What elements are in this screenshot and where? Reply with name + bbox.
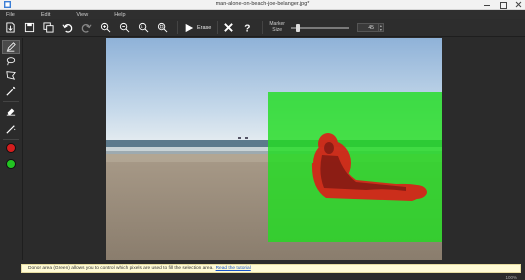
undo-icon (62, 24, 73, 33)
save-as-button[interactable] (41, 20, 56, 35)
tool-divider (3, 139, 19, 140)
undo-button[interactable] (60, 20, 75, 35)
close-icon (224, 23, 234, 32)
zoom-actual-button[interactable]: 1 (136, 20, 151, 35)
donor-area-overlay (268, 92, 442, 242)
zoom-in-button[interactable] (98, 20, 113, 35)
beach-photo-image (106, 38, 442, 260)
redo-icon (81, 24, 92, 33)
menu-help[interactable]: Help (110, 12, 129, 18)
zoom-out-icon (119, 22, 130, 33)
open-file-icon (6, 22, 15, 33)
maximize-button[interactable] (499, 1, 507, 9)
toolbar-divider (177, 21, 178, 34)
copy-icon (43, 22, 54, 33)
photo-canvas[interactable] (106, 38, 442, 260)
clear-selection-button[interactable] (221, 20, 236, 35)
zoom-readout: 100% (505, 275, 517, 280)
hint-text: Donor area (Green) allows you to control… (28, 266, 214, 271)
zoom-fit-button[interactable] (155, 20, 170, 35)
red-dot-icon (6, 143, 16, 153)
toolbar: 1 Erase ? Marker Size 45 ▴ ▾ (0, 19, 525, 37)
question-icon: ? (245, 24, 251, 33)
menu-view[interactable]: View (72, 12, 92, 18)
marker-icon (6, 42, 16, 52)
magic-wand-tool[interactable] (2, 84, 20, 98)
lasso-icon (6, 57, 16, 66)
tool-divider (3, 101, 19, 102)
title-bar: man-alone-on-beach-joe-belanger.jpg* (0, 0, 525, 10)
lasso-tool[interactable] (2, 54, 20, 68)
menu-bar: File Edit View Help (0, 10, 525, 19)
zoom-100-icon: 1 (138, 22, 149, 33)
line-tool[interactable] (2, 122, 20, 136)
open-button[interactable] (3, 20, 18, 35)
eraser-icon (6, 108, 16, 116)
svg-text:1: 1 (141, 25, 143, 29)
spin-down-icon[interactable]: ▾ (380, 27, 382, 32)
erase-button[interactable]: Erase (181, 20, 214, 35)
help-button[interactable]: ? (240, 20, 255, 35)
toolbar-divider (262, 21, 264, 34)
minimize-button[interactable] (483, 1, 491, 8)
status-bar: Donor area (Green) allows you to control… (0, 260, 525, 280)
erase-label: Erase (197, 24, 212, 31)
marker-tool[interactable] (2, 40, 20, 54)
zoom-in-icon (100, 22, 111, 33)
menu-file[interactable]: File (2, 12, 19, 18)
play-icon (185, 23, 194, 32)
marker-size-slider[interactable] (290, 23, 349, 32)
menu-edit[interactable]: Edit (37, 12, 54, 18)
tool-panel (0, 38, 23, 260)
marker-size-spinner[interactable]: ▴ ▾ (378, 23, 384, 32)
polygon-lasso-tool[interactable] (2, 68, 20, 82)
eraser-tool[interactable] (2, 104, 20, 118)
toolbar-divider (217, 21, 219, 34)
redo-button[interactable] (79, 20, 94, 35)
green-dot-icon (6, 159, 16, 169)
zoom-out-button[interactable] (117, 20, 132, 35)
donor-color-tool[interactable] (2, 157, 20, 171)
hint-bar: Donor area (Green) allows you to control… (21, 264, 521, 273)
svg-text:?: ? (245, 24, 251, 33)
marker-size-label-line2: Size (272, 26, 283, 33)
save-button[interactable] (22, 20, 37, 35)
marker-size-slider-thumb[interactable] (296, 23, 301, 32)
polygon-lasso-icon (6, 71, 16, 80)
save-icon (24, 22, 35, 33)
canvas-area[interactable] (24, 38, 525, 260)
magic-wand-icon (6, 86, 16, 96)
zoom-fit-icon (157, 22, 168, 33)
close-window-button[interactable] (515, 1, 523, 8)
marker-size-label: Marker Size (269, 21, 285, 33)
tutorial-link[interactable]: Read the tutorial (216, 266, 251, 271)
marker-size-input[interactable]: 45 (356, 23, 379, 32)
selection-color-tool[interactable] (2, 141, 20, 155)
window-title: man-alone-on-beach-joe-belanger.jpg* (215, 1, 310, 7)
line-icon (6, 125, 16, 134)
